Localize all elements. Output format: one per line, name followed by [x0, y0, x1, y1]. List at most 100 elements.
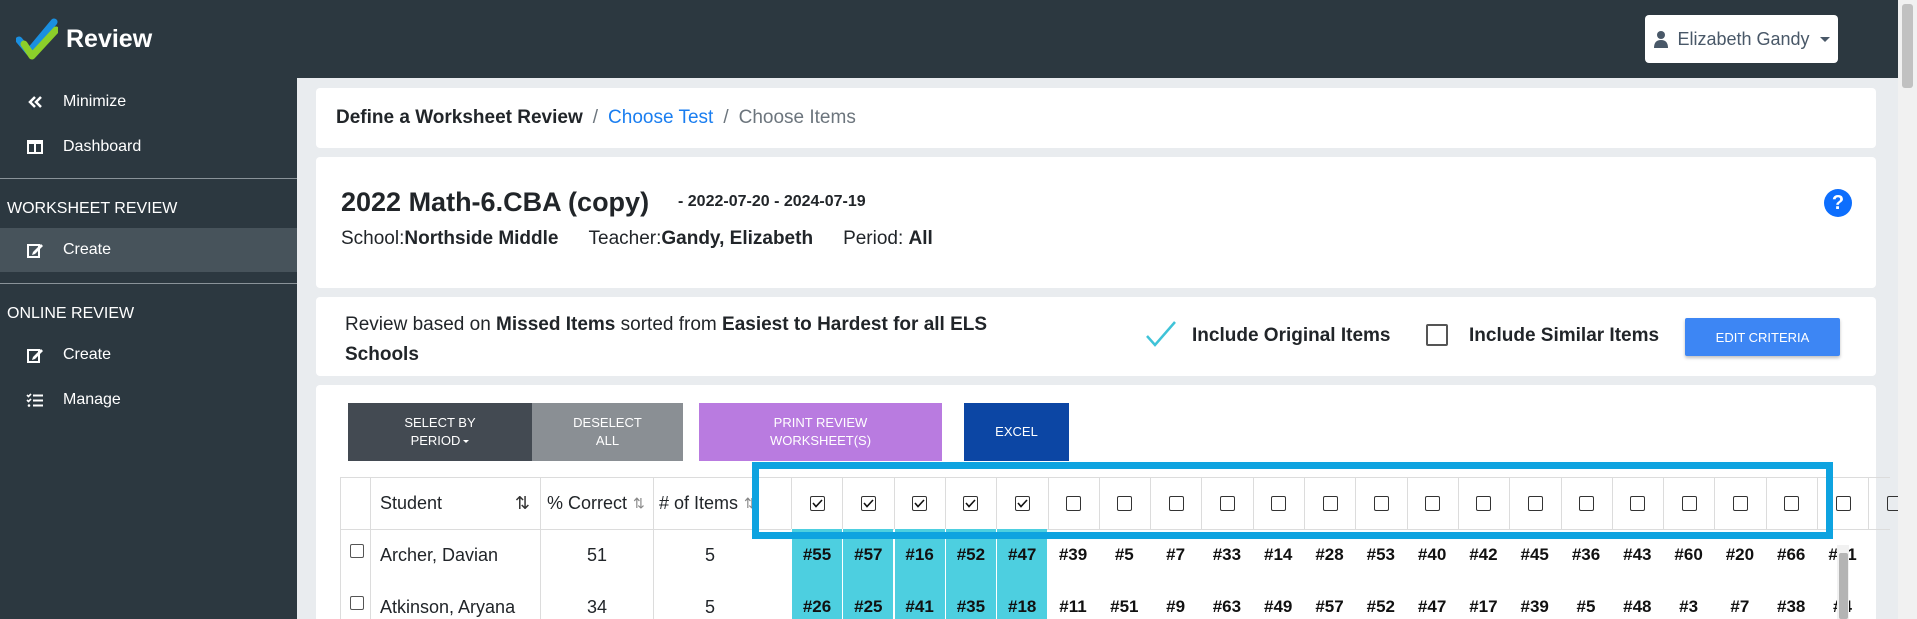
percent-value: 51 [586, 544, 608, 565]
button-label: ALL [595, 433, 620, 448]
question-cell[interactable]: #38 [1766, 581, 1817, 619]
row-checkbox[interactable] [350, 596, 364, 610]
question-cell[interactable]: #39 [1509, 581, 1560, 619]
button-label: WORKSHEET(S) [769, 433, 872, 448]
button-label: SELECT BY [404, 415, 476, 430]
question-cell[interactable]: #52 [1355, 581, 1406, 619]
question-cell[interactable]: #3 [1663, 581, 1714, 619]
sidebar-item-minimize[interactable]: Minimize [0, 80, 297, 124]
help-icon[interactable]: ? [1824, 189, 1852, 217]
sidebar-item-online-create[interactable]: Create [0, 333, 297, 377]
edit-criteria-button[interactable]: EDIT CRITERIA [1685, 318, 1840, 356]
student-cell: Archer, Davian [370, 529, 540, 581]
period-label: Period: [843, 228, 909, 249]
question-cell[interactable]: #25 [842, 581, 894, 619]
highlight-box [752, 462, 1833, 539]
percent-cell: 51 [540, 529, 653, 581]
question-cell[interactable]: #35 [944, 581, 996, 619]
excel-export-button[interactable]: EXCEL [964, 403, 1069, 461]
question-cell[interactable]: #49 [1253, 581, 1304, 619]
sidebar-section-worksheet: WORKSHEET REVIEW [7, 200, 178, 217]
page-scrollbar-thumb[interactable] [1902, 4, 1913, 88]
question-checkbox[interactable] [1835, 495, 1851, 511]
dashboard-icon [27, 140, 43, 154]
include-similar-checkbox[interactable] [1426, 324, 1448, 346]
items-cell: 5 [653, 529, 766, 581]
double-chevron-left-icon [28, 96, 42, 108]
row-select-cell [340, 529, 370, 581]
school-value: Northside Middle [404, 228, 559, 249]
test-info-card: 2022 Math-6.CBA (copy) - 2022-07-20 - 20… [316, 157, 1876, 288]
header-num-items[interactable]: # of Items ⇅ [653, 477, 766, 529]
items-value: 5 [704, 544, 715, 565]
sidebar-item-online-manage[interactable]: Manage [0, 378, 297, 422]
test-meta: School: Northside Middle Teacher: Gandy, E… [341, 228, 933, 250]
header-select-col [340, 477, 370, 529]
teacher-label: Teacher: [588, 228, 662, 249]
sidebar: Minimize Dashboard WORKSHEET REVIEW Crea… [0, 78, 297, 619]
student-name: Archer, Davian [380, 544, 499, 565]
breadcrumb-separator: / [723, 107, 729, 128]
sort-icon[interactable]: ⇅ [515, 493, 530, 514]
caret-down-icon [463, 440, 470, 444]
top-bar: Review Elizabeth Gandy [0, 0, 1917, 78]
sidebar-item-label: Minimize [63, 93, 127, 110]
include-similar-label: Include Similar Items [1469, 325, 1660, 346]
page-scrollbar-track[interactable] [1898, 0, 1917, 619]
school-label: School: [341, 228, 405, 249]
button-label: DESELECT [573, 415, 642, 430]
edit-icon [27, 244, 43, 258]
student-cell: Atkinson, Aryana [370, 581, 540, 619]
test-dates: - 2022-07-20 - 2024-07-19 [678, 193, 866, 210]
include-original-check-icon[interactable] [1145, 320, 1177, 348]
test-title: 2022 Math-6.CBA (copy) [341, 187, 650, 217]
breadcrumb-choose-test-link[interactable]: Choose Test [608, 107, 713, 129]
sidebar-item-label: Create [63, 346, 112, 363]
breadcrumb-root: Define a Worksheet Review [336, 107, 583, 128]
row-checkbox[interactable] [350, 544, 364, 558]
question-cell[interactable]: #63 [1201, 581, 1252, 619]
question-cell[interactable]: #11 [1048, 581, 1099, 619]
user-menu-button[interactable]: Elizabeth Gandy [1645, 15, 1838, 63]
sidebar-divider [0, 283, 297, 284]
user-name: Elizabeth Gandy [1677, 28, 1810, 49]
criteria-text: Review based on [345, 314, 497, 335]
period-value: All [908, 228, 933, 249]
sort-icon[interactable]: ⇅ [633, 495, 645, 512]
deselect-all-button[interactable]: DESELECT ALL [532, 403, 683, 461]
brand[interactable]: Review [16, 14, 152, 64]
sidebar-item-dashboard[interactable]: Dashboard [0, 125, 297, 169]
chevron-down-icon [1819, 36, 1830, 42]
teacher-value: Gandy, Elizabeth [661, 228, 814, 249]
print-review-worksheets-button[interactable]: PRINT REVIEW WORKSHEET(S) [699, 403, 942, 461]
question-cell[interactable]: #9 [1150, 581, 1201, 619]
header-label: # of Items [659, 492, 739, 513]
table-scrollbar-thumb[interactable] [1839, 553, 1848, 619]
question-cell[interactable]: #5 [1561, 581, 1612, 619]
question-cell[interactable]: #47 [1407, 581, 1458, 619]
list-check-icon [26, 393, 43, 407]
sidebar-divider [0, 178, 297, 179]
criteria-description: Review based on Missed Items sorted from… [345, 310, 1065, 370]
items-cell: 5 [653, 581, 766, 619]
question-cell[interactable]: #17 [1458, 581, 1509, 619]
sidebar-item-label: Create [63, 241, 112, 258]
question-cell[interactable]: #57 [1304, 581, 1355, 619]
question-cell[interactable]: #48 [1612, 581, 1663, 619]
edit-icon [27, 349, 43, 363]
header-label: Student [380, 492, 443, 513]
criteria-basis: Missed Items [496, 314, 616, 335]
header-student[interactable]: Student ⇅ [370, 477, 540, 529]
question-cell[interactable]: #18 [996, 581, 1048, 619]
question-cell[interactable]: #51 [1099, 581, 1150, 619]
question-cell[interactable]: #26 [791, 581, 842, 619]
question-cell[interactable]: #7 [1714, 581, 1765, 619]
breadcrumb-separator: / [592, 107, 599, 128]
button-label: PERIOD [410, 433, 461, 448]
user-icon [1654, 31, 1669, 48]
select-by-period-button[interactable]: SELECT BY PERIOD [348, 403, 532, 461]
button-label: PRINT REVIEW [773, 415, 868, 430]
header-percent-correct[interactable]: % Correct ⇅ [540, 477, 653, 529]
sidebar-item-worksheet-create[interactable]: Create [0, 228, 297, 272]
question-cell[interactable]: #41 [893, 581, 945, 619]
